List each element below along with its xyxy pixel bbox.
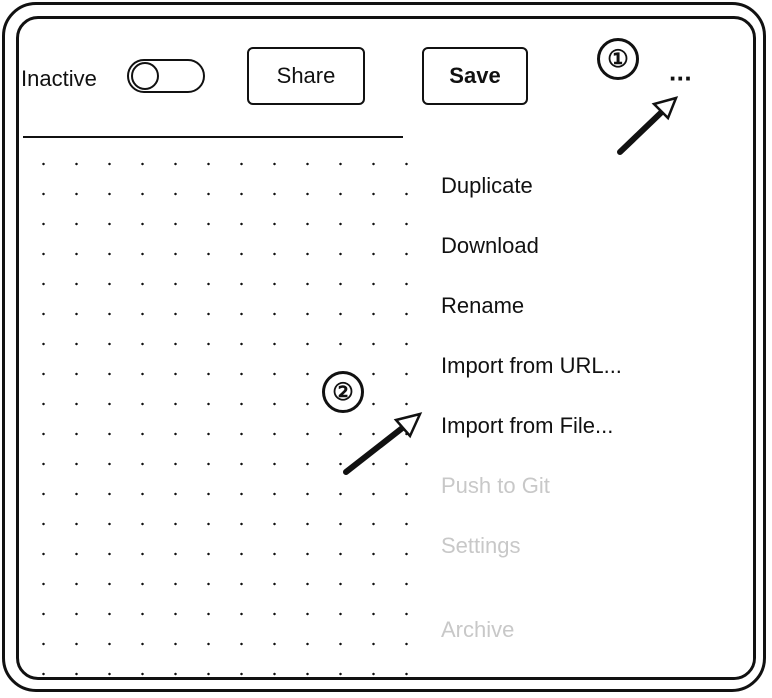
active-status-label: Inactive bbox=[21, 66, 97, 91]
header-divider bbox=[23, 136, 403, 138]
menu-item-import-from-url[interactable]: Import from URL... bbox=[441, 353, 622, 379]
menu-item-download[interactable]: Download bbox=[441, 233, 539, 259]
toggle-knob bbox=[131, 62, 159, 90]
menu-item-duplicate[interactable]: Duplicate bbox=[441, 173, 533, 199]
menu-item-settings: Settings bbox=[441, 533, 521, 558]
share-button[interactable]: Share bbox=[247, 47, 365, 105]
more-options-menu: Duplicate Download Rename Import from UR… bbox=[419, 141, 753, 677]
menu-item-import-from-file[interactable]: Import from File... bbox=[441, 413, 613, 439]
step-1-callout: ① bbox=[597, 38, 639, 80]
step-2-arrow-icon bbox=[343, 412, 423, 475]
menu-item-archive: Archive bbox=[441, 617, 515, 642]
save-button[interactable]: Save bbox=[422, 47, 528, 105]
menu-item-rename[interactable]: Rename bbox=[441, 293, 524, 319]
active-toggle[interactable] bbox=[127, 59, 205, 93]
step-1-arrow-icon bbox=[617, 96, 679, 155]
menu-item-push-to-git: Push to Git bbox=[441, 473, 550, 498]
